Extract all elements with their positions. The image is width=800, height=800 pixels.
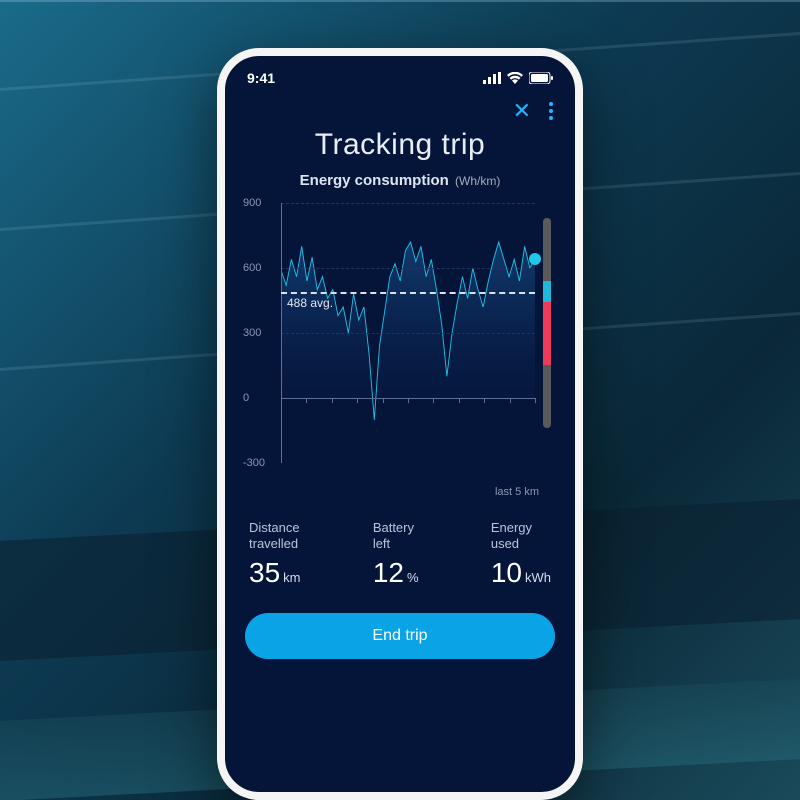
status-bar: 9:41 bbox=[225, 56, 575, 92]
phone-frame: 9:41 ✕ Tracking trip Energy consumption … bbox=[217, 48, 583, 800]
stat-battery: Batteryleft 12% bbox=[373, 520, 419, 589]
page-title: Tracking trip bbox=[225, 128, 575, 162]
ytick-300: 300 bbox=[243, 327, 261, 339]
stat-energy: Energyused 10kWh bbox=[491, 520, 551, 589]
distance-value: 35 bbox=[249, 557, 280, 588]
end-trip-button[interactable]: End trip bbox=[245, 613, 555, 659]
ytick-600: 600 bbox=[243, 262, 261, 274]
wifi-icon bbox=[507, 72, 523, 84]
y-axis-labels: 900 600 300 0 -300 bbox=[243, 203, 277, 463]
status-time: 9:41 bbox=[247, 70, 275, 86]
average-label: 488 avg. bbox=[287, 296, 333, 310]
chart-subtitle: Energy consumption (Wh/km) bbox=[225, 172, 575, 189]
ytick-0: 0 bbox=[243, 392, 249, 404]
subtitle-text: Energy consumption bbox=[300, 172, 449, 189]
ytick-m300: -300 bbox=[243, 457, 265, 469]
range-gauge bbox=[543, 218, 551, 428]
energy-value: 10 bbox=[491, 557, 522, 588]
energy-chart: 900 600 300 0 -300 488 avg. last 5 km bbox=[243, 203, 557, 498]
battery-icon bbox=[529, 72, 553, 84]
x-axis-note: last 5 km bbox=[495, 486, 539, 498]
close-icon[interactable]: ✕ bbox=[513, 100, 531, 122]
trip-stats: Distancetravelled 35km Batteryleft 12% E… bbox=[225, 502, 575, 595]
chart-plot-area: 488 avg. bbox=[281, 203, 535, 463]
current-point-marker bbox=[529, 253, 541, 265]
ytick-900: 900 bbox=[243, 197, 261, 209]
average-line bbox=[281, 292, 535, 294]
battery-value: 12 bbox=[373, 557, 404, 588]
more-options-icon[interactable] bbox=[547, 100, 555, 122]
subtitle-unit: (Wh/km) bbox=[455, 174, 500, 188]
stat-distance: Distancetravelled 35km bbox=[249, 520, 301, 589]
cellular-signal-icon bbox=[483, 72, 501, 84]
